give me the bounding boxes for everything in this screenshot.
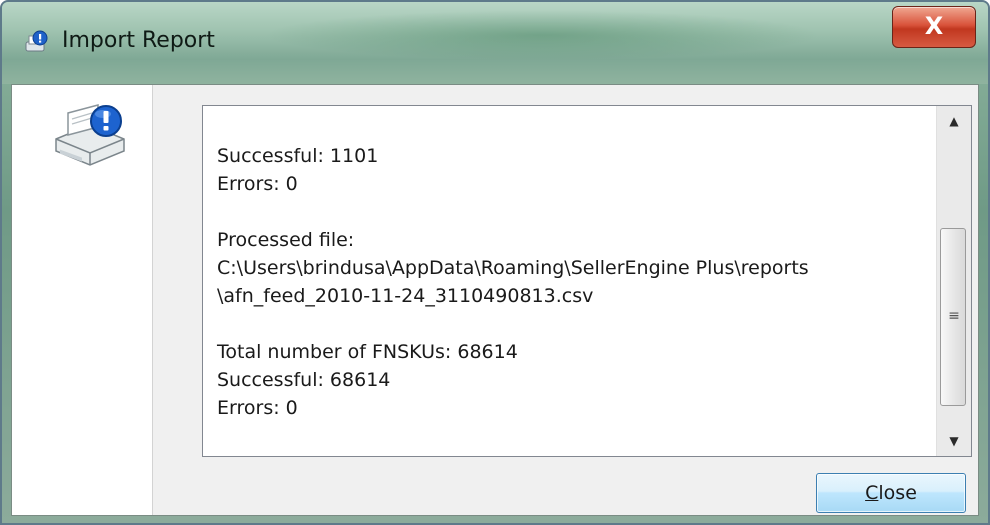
close-access-key: C xyxy=(865,482,879,504)
close-button[interactable]: Close xyxy=(816,473,966,513)
report-line: \afn_feed_2010-11-24_3110490813.csv xyxy=(217,285,594,307)
report-line: Processed file: xyxy=(217,229,355,251)
scroll-down-arrow-icon[interactable]: ▼ xyxy=(937,426,971,456)
scroll-thumb[interactable]: ≡ xyxy=(940,228,966,406)
close-label-rest: lose xyxy=(878,482,917,504)
info-printer-icon xyxy=(25,30,48,52)
thumb-grip-icon: ≡ xyxy=(948,308,960,324)
window-close-button[interactable]: X xyxy=(892,6,976,48)
report-textbox[interactable]: Successful: 1101 Errors: 0 Processed fil… xyxy=(202,105,972,457)
report-line: C:\Users\brindusa\AppData\Roaming\Seller… xyxy=(217,257,809,279)
scroll-up-arrow-icon[interactable]: ▲ xyxy=(937,106,971,136)
report-line: Errors: 0 xyxy=(217,173,298,195)
vertical-scrollbar[interactable]: ▲ ≡ ▼ xyxy=(936,106,971,456)
report-line: Errors: 0 xyxy=(217,397,298,419)
report-line: Successful: 68614 xyxy=(217,369,391,391)
report-line: Successful: 1101 xyxy=(217,145,379,167)
icon-panel xyxy=(12,85,153,515)
import-report-window: Import Report X Successful: 1101 Errors:… xyxy=(0,0,990,525)
window-title: Import Report xyxy=(62,28,215,53)
printer-info-icon xyxy=(55,104,125,166)
report-text: Successful: 1101 Errors: 0 Processed fil… xyxy=(217,114,927,422)
title-bar[interactable]: Import Report X xyxy=(2,2,988,84)
dialog-client-area: Successful: 1101 Errors: 0 Processed fil… xyxy=(11,84,979,516)
report-line: Total number of FNSKUs: 68614 xyxy=(217,341,518,363)
